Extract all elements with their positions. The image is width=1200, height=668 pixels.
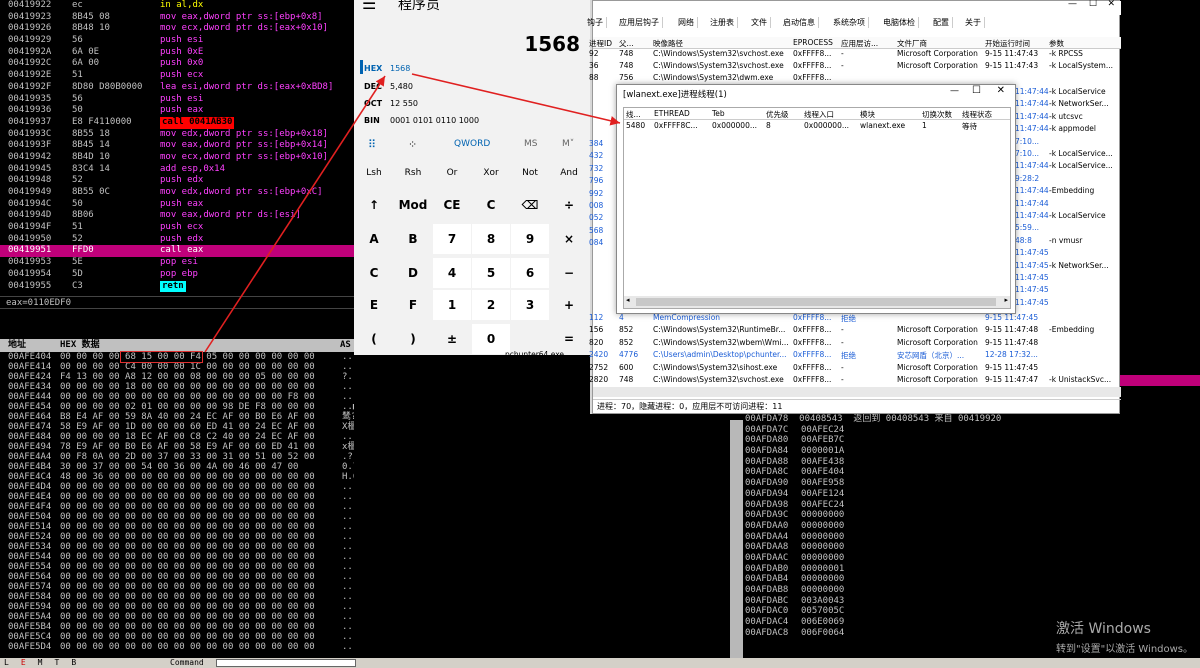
annotation-arrows (204, 73, 621, 353)
arrow-to-calculator (204, 75, 386, 353)
arrow-to-thread-window (411, 73, 621, 126)
